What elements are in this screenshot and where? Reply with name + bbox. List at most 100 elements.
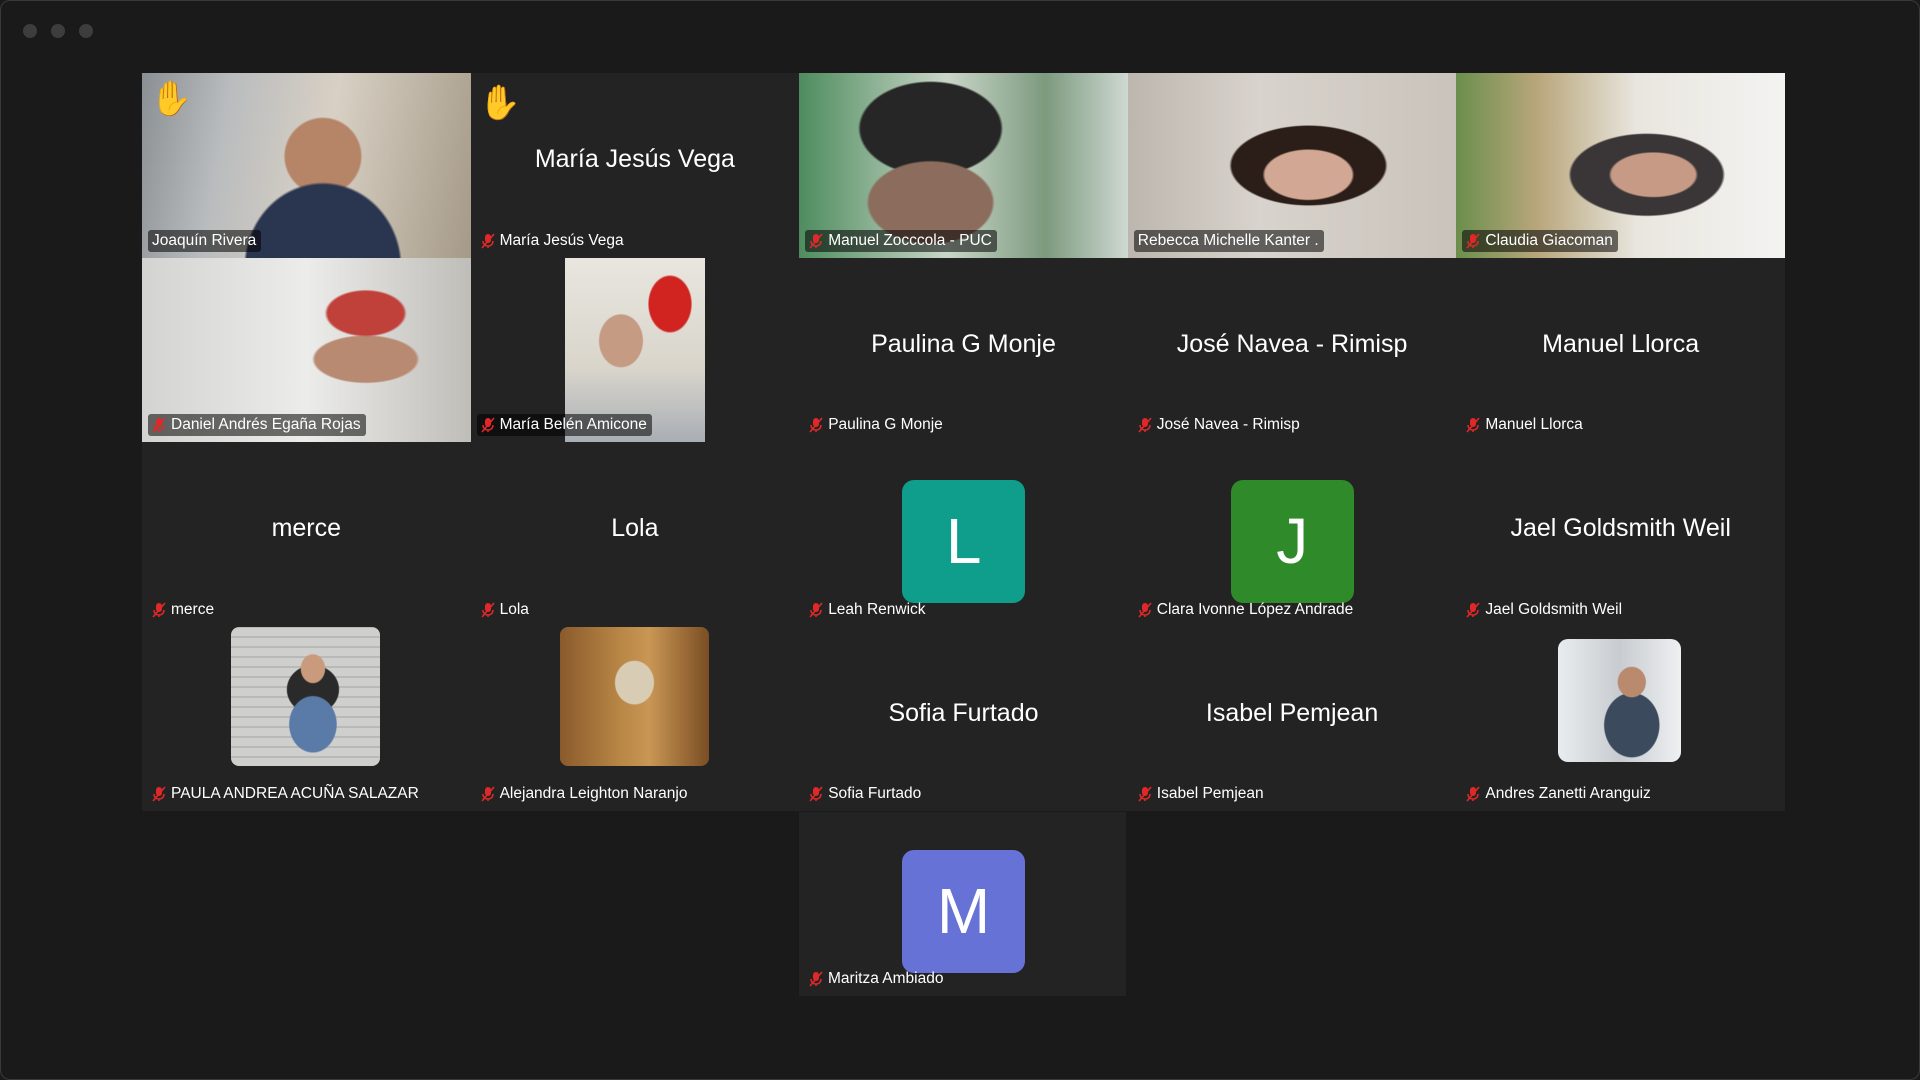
participant-name-label: Andres Zanetti Aranguiz: [1462, 783, 1655, 805]
participant-name: Rebecca Michelle Kanter .: [1137, 231, 1319, 249]
muted-mic-icon: [480, 786, 495, 802]
participant-name-label: Sofia Furtado: [805, 783, 926, 805]
participant-display-name: María Jesús Vega: [534, 145, 735, 173]
participant-name: Sofia Furtado: [828, 785, 922, 802]
participant-name-label: Paulina G Monje: [805, 414, 948, 436]
muted-mic-icon: [809, 601, 823, 618]
participant-name: Manuel Zocccola - PUC: [828, 231, 992, 249]
participant-name-label: PAULA ANDREA ACUÑA SALAZAR: [148, 783, 424, 805]
participant-name-label: merce: [148, 599, 219, 621]
muted-mic-icon: [152, 417, 166, 433]
muted-mic-icon: [480, 601, 495, 618]
participant-name-label: Manuel Llorca: [1462, 414, 1587, 436]
minimize-window-button[interactable]: [51, 24, 65, 38]
participant-name: Daniel Andrés Egaña Rojas: [171, 416, 361, 433]
participant-name: José Navea - Rimisp: [1156, 416, 1300, 433]
participant-tile-clara-lopez[interactable]: J Clara Ivonne López Andrade: [1127, 442, 1457, 627]
participant-name: PAULA ANDREA ACUÑA SALAZAR: [171, 785, 419, 802]
muted-mic-icon: [809, 232, 823, 249]
raised-hand-icon: ✋: [478, 84, 521, 122]
participant-name-label: Manuel Zocccola - PUC: [805, 229, 997, 252]
participant-tile-jose-navea[interactable]: José Navea - Rimisp José Navea - Rimisp: [1127, 257, 1457, 442]
muted-mic-icon: [1138, 786, 1152, 802]
participant-display-name: Sofia Furtado: [888, 698, 1039, 727]
participant-name: Andres Zanetti Aranguiz: [1485, 785, 1651, 802]
avatar: L: [902, 480, 1026, 603]
participant-name-label: Leah Renwick: [805, 599, 930, 621]
muted-mic-icon: [1466, 232, 1480, 249]
participant-name: Paulina G Monje: [828, 416, 943, 433]
participant-tile-maritza-ambiado[interactable]: M Maritza Ambiado: [799, 812, 1126, 996]
participant-name: Joaquín Rivera: [152, 231, 257, 249]
participant-name-label: María Belén Amicone: [476, 414, 652, 436]
participant-tile-lola[interactable]: Lola Lola: [470, 442, 800, 627]
participant-tile-paula-acuna[interactable]: PAULA ANDREA ACUÑA SALAZAR: [142, 626, 471, 811]
participant-tile-alejandra-leighton[interactable]: Alejandra Leighton Naranjo: [470, 626, 800, 811]
participant-name: merce: [171, 600, 215, 618]
muted-mic-icon: [809, 417, 823, 433]
participant-photo: [559, 626, 709, 766]
participant-tile-joaquin-rivera[interactable]: ✋ Joaquín Rivera: [142, 73, 471, 258]
participant-display-name: Paulina G Monje: [871, 329, 1056, 358]
gallery-grid: ✋ Joaquín Rivera ✋ María Jesús Vega Marí…: [142, 73, 1785, 811]
participant-tile-jael-goldsmith[interactable]: Jael Goldsmith Weil Jael Goldsmith Weil: [1456, 442, 1785, 627]
participant-name: Isabel Pemjean: [1156, 785, 1264, 802]
participant-name-label: Lola: [477, 599, 534, 621]
muted-mic-icon: [1466, 786, 1480, 802]
participant-tile-daniel-egana[interactable]: Daniel Andrés Egaña Rojas: [142, 257, 471, 442]
participant-display-name: merce: [271, 514, 342, 542]
participant-tile-manuel-zocccola[interactable]: Manuel Zocccola - PUC: [799, 73, 1128, 258]
participant-name-label: Jael Goldsmith Weil: [1462, 599, 1627, 621]
participant-name-label: Maritza Ambiado: [805, 968, 948, 990]
participant-name: Maritza Ambiado: [828, 970, 944, 987]
muted-mic-icon: [809, 786, 823, 802]
participant-display-name: José Navea - Rimisp: [1176, 329, 1408, 358]
participant-name-label: José Navea - Rimisp: [1134, 414, 1305, 436]
avatar: J: [1230, 480, 1354, 603]
muted-mic-icon: [1466, 601, 1480, 618]
participant-name: María Belén Amicone: [499, 416, 647, 433]
participant-tile-manuel-llorca[interactable]: Manuel Llorca Manuel Llorca: [1456, 257, 1785, 442]
participant-tile-maria-belen-amicone[interactable]: María Belén Amicone: [470, 257, 800, 442]
participant-display-name: Isabel Pemjean: [1205, 698, 1379, 727]
avatar: M: [902, 850, 1025, 973]
participant-name: Leah Renwick: [828, 600, 926, 618]
participant-tile-leah-renwick[interactable]: L Leah Renwick: [799, 442, 1128, 627]
participant-tile-claudia-giacoman[interactable]: Claudia Giacoman: [1456, 73, 1785, 258]
meeting-window: ✋ Joaquín Rivera ✋ María Jesús Vega Marí…: [0, 0, 1920, 1080]
participant-display-name: Lola: [611, 514, 659, 542]
participant-name-label: Joaquín Rivera: [148, 229, 262, 252]
participant-name-label: Clara Ivonne López Andrade: [1134, 599, 1358, 621]
participant-tile-rebecca-kanter[interactable]: Rebecca Michelle Kanter .: [1127, 73, 1457, 258]
muted-mic-icon: [1466, 417, 1480, 433]
zoom-window-button[interactable]: [79, 24, 93, 38]
close-window-button[interactable]: [23, 24, 37, 38]
participant-name: Manuel Llorca: [1485, 416, 1583, 433]
participant-name-label: Daniel Andrés Egaña Rojas: [148, 414, 366, 436]
participant-photo: [1558, 638, 1682, 762]
muted-mic-icon: [480, 417, 495, 433]
participant-tile-paulina-monje[interactable]: Paulina G Monje Paulina G Monje: [799, 257, 1128, 442]
participant-tile-andres-zanetti[interactable]: Andres Zanetti Aranguiz: [1456, 626, 1785, 811]
muted-mic-icon: [809, 971, 823, 987]
raised-hand-icon: ✋: [150, 80, 193, 118]
participant-tile-sofia-furtado[interactable]: Sofia Furtado Sofia Furtado: [799, 626, 1128, 811]
participant-name-label: Alejandra Leighton Naranjo: [477, 783, 693, 805]
muted-mic-icon: [152, 786, 166, 802]
participant-name: Clara Ivonne López Andrade: [1156, 600, 1354, 618]
participant-name: Jael Goldsmith Weil: [1485, 600, 1623, 618]
participant-name-label: Isabel Pemjean: [1134, 783, 1269, 805]
participant-tile-maria-jesus-vega[interactable]: ✋ María Jesús Vega María Jesús Vega: [470, 73, 800, 258]
muted-mic-icon: [152, 601, 166, 618]
participant-name-label: María Jesús Vega: [477, 230, 629, 252]
muted-mic-icon: [1138, 601, 1152, 618]
participant-tile-merce[interactable]: merce merce: [142, 442, 471, 627]
participant-name-label: Claudia Giacoman: [1462, 229, 1618, 252]
participant-photo: [231, 626, 380, 766]
participant-name: Claudia Giacoman: [1485, 231, 1613, 249]
participant-tile-isabel-pemjean[interactable]: Isabel Pemjean Isabel Pemjean: [1127, 626, 1457, 811]
muted-mic-icon: [480, 232, 495, 249]
participant-name: María Jesús Vega: [499, 231, 624, 249]
participant-name: Lola: [499, 600, 529, 618]
muted-mic-icon: [1138, 417, 1152, 433]
